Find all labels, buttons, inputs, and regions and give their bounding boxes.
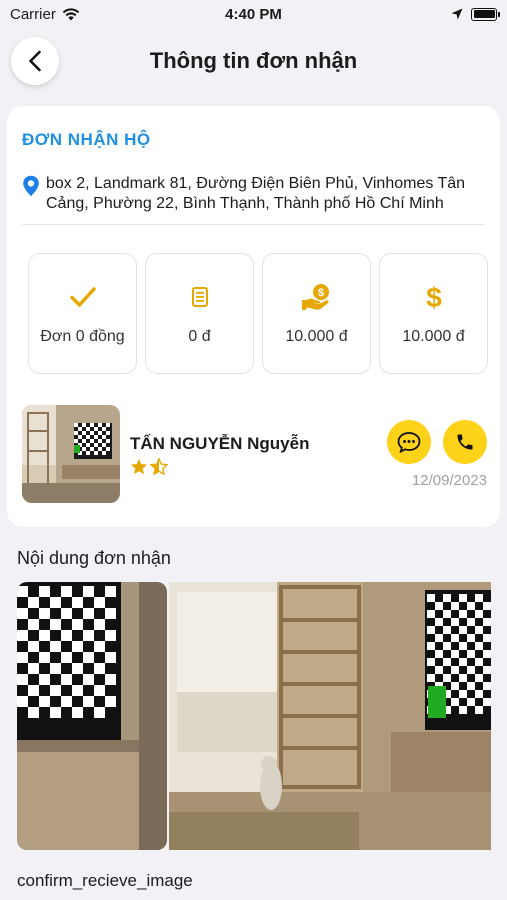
address-text: box 2, Landmark 81, Đường Điện Biên Phủ,… bbox=[46, 175, 466, 212]
stats-row: Đơn 0 đồng 0 đ $ 10.000 đ $ 10.000 đ bbox=[28, 253, 488, 374]
location-pin-icon bbox=[23, 175, 39, 197]
document-icon bbox=[191, 286, 208, 307]
wifi-icon bbox=[62, 7, 80, 20]
content-image[interactable] bbox=[17, 582, 167, 850]
battery-icon bbox=[471, 7, 500, 21]
order-type-label: ĐƠN NHẬN HỘ bbox=[22, 130, 151, 149]
status-bar: Carrier 4:40 PM bbox=[0, 0, 507, 28]
rating-stars bbox=[130, 458, 168, 475]
star-icon bbox=[130, 458, 148, 475]
location-arrow-icon bbox=[451, 8, 463, 20]
section-title: Nội dung đơn nhận bbox=[17, 548, 171, 568]
chat-button[interactable] bbox=[387, 420, 431, 464]
page-title: Thông tin đơn nhận bbox=[149, 48, 358, 73]
svg-text:$: $ bbox=[426, 282, 442, 312]
sender-avatar[interactable] bbox=[22, 405, 120, 503]
order-card: ĐƠN NHẬN HỘ box 2, Landmark 81, Đường Đi… bbox=[7, 106, 500, 527]
stat-value: 0 đ bbox=[188, 327, 211, 345]
stat-total: $ 10.000 đ bbox=[379, 253, 488, 374]
divider bbox=[22, 224, 485, 225]
chat-icon bbox=[397, 432, 421, 453]
header: Thông tin đơn nhận bbox=[0, 28, 507, 94]
check-icon bbox=[69, 286, 96, 307]
stat-value: 10.000 đ bbox=[402, 327, 465, 345]
star-half-icon bbox=[150, 458, 168, 475]
sender-date: 12/09/2023 bbox=[411, 472, 487, 489]
call-button[interactable] bbox=[443, 420, 487, 464]
content-images bbox=[17, 582, 491, 850]
hand-coin-icon: $ bbox=[301, 283, 329, 310]
dollar-icon: $ bbox=[426, 282, 442, 312]
stat-order-type: Đơn 0 đồng bbox=[28, 253, 137, 374]
stat-cod: $ 10.000 đ bbox=[262, 253, 371, 374]
sender-row: TẤN NGUYỄN Nguyễn 12/09/2023 bbox=[22, 405, 487, 503]
carrier-label: Carrier bbox=[10, 5, 56, 23]
image-caption: confirm_recieve_image bbox=[17, 871, 193, 890]
sender-name: TẤN NGUYỄN Nguyễn bbox=[130, 434, 310, 453]
content-image[interactable] bbox=[169, 582, 491, 850]
phone-icon bbox=[457, 434, 473, 450]
svg-text:$: $ bbox=[317, 287, 323, 299]
stat-value: Đơn 0 đồng bbox=[40, 327, 125, 345]
address-row: box 2, Landmark 81, Đường Điện Biên Phủ,… bbox=[22, 174, 487, 214]
stat-fee: 0 đ bbox=[145, 253, 254, 374]
stat-value: 10.000 đ bbox=[285, 327, 348, 345]
